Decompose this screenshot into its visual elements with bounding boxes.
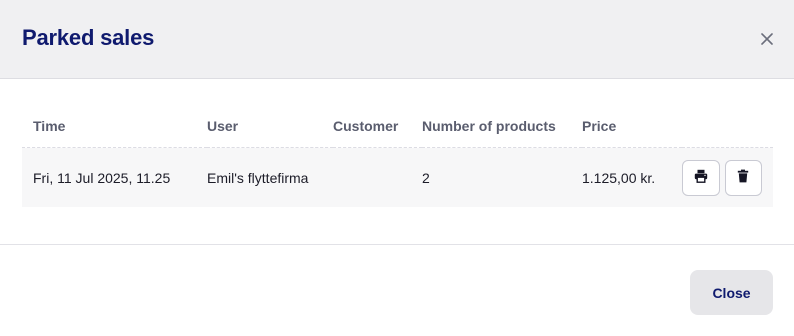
printer-icon: [694, 169, 708, 186]
column-header-price: Price: [582, 105, 682, 148]
row-actions: [682, 159, 773, 196]
parked-sales-dialog: Parked sales Time User Customer Number o…: [0, 0, 794, 336]
print-button[interactable]: [682, 159, 720, 196]
delete-button[interactable]: [724, 159, 762, 196]
close-icon[interactable]: [757, 29, 777, 49]
cell-customer: [333, 147, 422, 207]
trash-icon: [736, 169, 750, 186]
column-header-number-of-products: Number of products: [422, 105, 582, 148]
column-header-time: Time: [22, 105, 207, 148]
table-header-row: Time User Customer Number of products Pr…: [22, 105, 773, 148]
column-header-actions: [682, 105, 773, 148]
cell-time: Fri, 11 Jul 2025, 11.25: [22, 147, 207, 207]
cell-number-of-products: 2: [422, 147, 582, 207]
cell-price: 1.125,00 kr.: [582, 147, 682, 207]
dialog-header: Parked sales: [0, 0, 794, 79]
cell-user: Emil's flyttefirma: [207, 147, 333, 207]
parked-sales-table: Time User Customer Number of products Pr…: [22, 105, 773, 207]
cell-actions: [682, 147, 773, 207]
footer-divider: [0, 244, 794, 245]
table-row: Fri, 11 Jul 2025, 11.25 Emil's flyttefir…: [22, 147, 773, 207]
column-header-user: User: [207, 105, 333, 148]
dialog-title: Parked sales: [22, 25, 155, 50]
close-button[interactable]: Close: [690, 270, 773, 315]
column-header-customer: Customer: [333, 105, 422, 148]
